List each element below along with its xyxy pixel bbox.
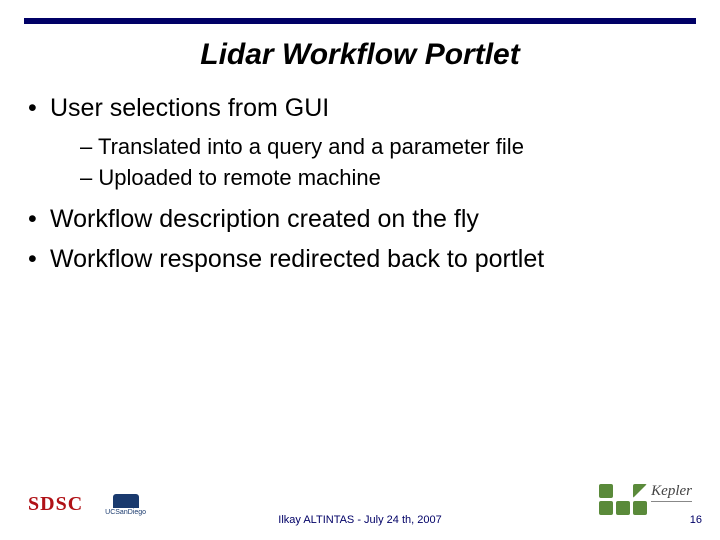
spacer — [28, 195, 692, 203]
bullet-text: Uploaded to remote machine — [98, 165, 381, 190]
kepler-boxes-icon — [599, 484, 647, 515]
page-number: 16 — [690, 514, 702, 526]
footer-author-line: Ilkay ALTINTAS - July 24 th, 2007 — [0, 514, 720, 526]
footer-logos-left: SDSC UCSanDiego — [28, 493, 146, 516]
kepler-box — [633, 501, 647, 515]
bullet-level2: – Translated into a query and a paramete… — [28, 132, 692, 162]
bullet-text: User selections from GUI — [50, 94, 329, 122]
bullet-text: Translated into a query and a parameter … — [98, 134, 524, 159]
kepler-box — [633, 484, 647, 498]
slide: Lidar Workflow Portlet •User selections … — [0, 0, 720, 540]
kepler-label: Kepler — [651, 483, 692, 502]
ucsd-shield-icon — [113, 494, 139, 508]
sdsc-logo: SDSC — [28, 493, 83, 516]
kepler-box — [599, 501, 613, 515]
bullet-level1: •User selections from GUI — [28, 92, 692, 126]
slide-content: •User selections from GUI – Translated i… — [28, 92, 692, 283]
bullet-level2: – Uploaded to remote machine — [28, 163, 692, 193]
ucsd-logo: UCSanDiego — [105, 494, 146, 516]
kepler-box — [616, 501, 630, 515]
slide-title: Lidar Workflow Portlet — [0, 38, 720, 72]
kepler-logo: Kepler — [599, 483, 692, 516]
top-accent-bar — [24, 18, 696, 24]
bullet-dot-icon: • — [28, 92, 50, 126]
bullet-dot-icon: • — [28, 243, 50, 277]
kepler-box — [599, 484, 613, 498]
bullet-text: Workflow description created on the fly — [50, 205, 479, 233]
bullet-dot-icon: • — [28, 203, 50, 237]
bullet-level1: •Workflow description created on the fly — [28, 203, 692, 237]
bullet-text: Workflow response redirected back to por… — [50, 245, 544, 273]
kepler-box-empty — [616, 484, 630, 498]
bullet-level1: •Workflow response redirected back to po… — [28, 243, 692, 277]
